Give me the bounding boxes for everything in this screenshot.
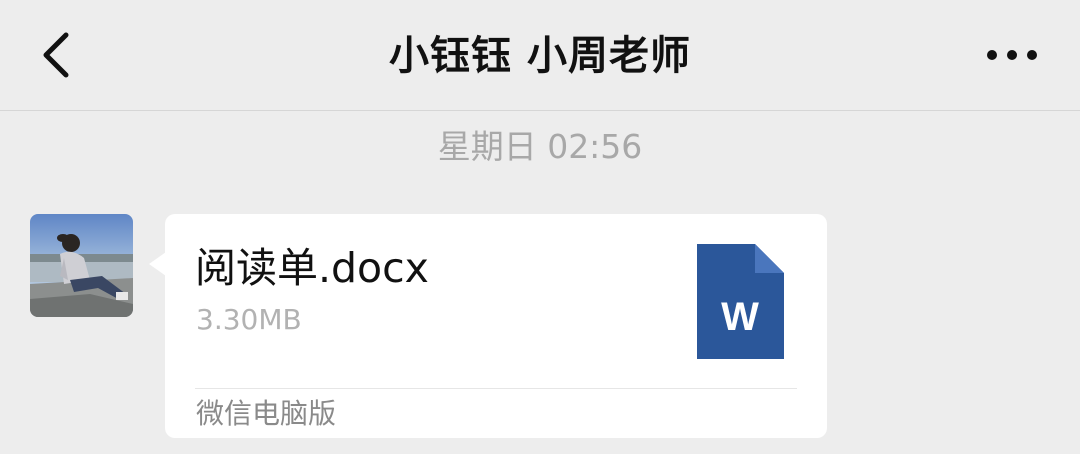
file-name: 阅读单.docx	[195, 244, 429, 292]
message-timestamp: 星期日 02:56	[437, 127, 643, 166]
more-button[interactable]	[984, 40, 1040, 70]
avatar-image	[30, 214, 133, 317]
chat-title: 小钰钰 小周老师	[389, 33, 691, 79]
chat-header: 小钰钰 小周老师	[0, 0, 1080, 111]
file-message-bubble[interactable]: 阅读单.docx 3.30MB W 微信电脑版	[165, 214, 827, 438]
avatar[interactable]	[30, 214, 133, 317]
bubble-divider	[195, 388, 797, 389]
more-dots-icon	[987, 50, 1037, 60]
file-size: 3.30MB	[196, 303, 302, 336]
word-document-icon: W	[697, 244, 784, 359]
bubble-tail	[149, 252, 166, 276]
word-icon-letter: W	[721, 295, 759, 339]
message-source: 微信电脑版	[196, 397, 337, 430]
